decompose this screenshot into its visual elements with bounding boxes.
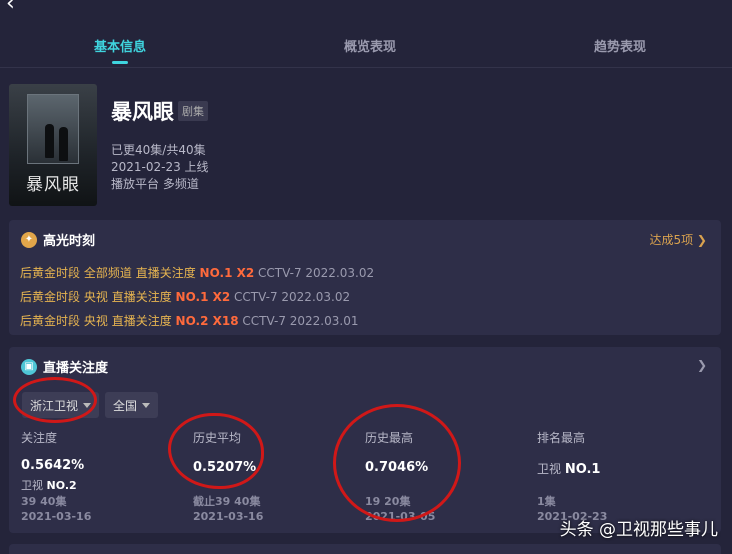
episode-count: 已更40集/共40集 — [111, 143, 206, 157]
stat-footer-date: 2021-03-16 — [21, 510, 92, 523]
highlights-title: ✦ 高光时刻 — [21, 230, 95, 249]
region-dropdown[interactable]: 全国 — [105, 392, 159, 418]
stat-footer-episode: 19 20集 — [365, 495, 411, 508]
channel-dropdown[interactable]: 浙江卫视 — [22, 392, 100, 418]
stat-value: 0.7046% — [365, 460, 429, 475]
stat-footer-episode: 39 40集 — [21, 495, 67, 508]
stat-sub-value: NO.1 — [564, 462, 601, 477]
caret-down-icon — [142, 402, 151, 408]
highlight-rank: NO.2 X18 — [175, 314, 239, 328]
show-type-badge: 剧集 — [178, 101, 208, 121]
highlight-channel: CCTV-7 2022.03.01 — [242, 314, 359, 328]
show-title: 暴风眼 — [111, 100, 174, 124]
highlight-rank: NO.1 X2 — [175, 290, 231, 304]
highlight-scope: 全部频道 — [83, 266, 132, 280]
stat-footer-date: 2021-03-16 — [193, 510, 264, 523]
top-nav: ‹ 基本信息 概览表现 趋势表现 — [0, 0, 732, 68]
watermark: 头条 @卫视那些事儿 — [559, 520, 718, 540]
tv-icon: ▣ — [21, 358, 37, 375]
platform-info: 播放平台 多频道 — [111, 177, 199, 191]
poster-figure — [59, 127, 68, 161]
stat-sub-prefix: 卫视 — [537, 462, 562, 476]
tab-overview[interactable]: 概览表现 — [344, 36, 396, 55]
highlights-card: ✦ 高光时刻 达成5项 ❯ 后黄金时段 全部频道 直播关注度 NO.1 X2 C… — [9, 220, 721, 335]
highlight-row: 后黄金时段 央视 直播关注度 NO.2 X18 CCTV-7 2022.03.0… — [20, 312, 358, 329]
stat-sub-prefix: 卫视 — [21, 479, 43, 492]
chevron-left-icon[interactable]: ‹ — [6, 0, 26, 15]
lightbulb-icon: ✦ — [21, 231, 37, 248]
stat-attention: 关注度 0.5642% 卫视 NO.2 — [21, 429, 84, 493]
stat-history-average: 历史平均 0.5207% — [193, 429, 256, 475]
highlight-scope: 央视 — [83, 290, 108, 304]
stat-label: 历史最高 — [365, 431, 414, 445]
highlights-more-link[interactable]: 达成5项 ❯ — [649, 231, 707, 248]
stat-footer: 39 40集 2021-03-16 — [21, 494, 91, 524]
tab-trend[interactable]: 趋势表现 — [594, 36, 646, 55]
stat-sub-value: NO.2 — [46, 479, 77, 492]
stat-footer: 截止39 40集 2021-03-16 — [193, 494, 263, 524]
highlight-metric: 直播关注度 — [111, 314, 172, 328]
active-tab-indicator — [112, 61, 128, 64]
highlight-metric: 直播关注度 — [135, 266, 196, 280]
stat-best-rank: 排名最高 卫视 NO.1 — [537, 429, 600, 477]
attention-more-link[interactable]: ❯ — [697, 358, 707, 372]
stat-value: 0.5207% — [193, 460, 257, 475]
highlight-row: 后黄金时段 全部频道 直播关注度 NO.1 X2 CCTV-7 2022.03.… — [20, 264, 374, 281]
highlight-metric: 直播关注度 — [111, 290, 172, 304]
highlight-slot: 后黄金时段 — [20, 314, 81, 328]
highlight-channel: CCTV-7 2022.03.02 — [258, 266, 375, 280]
tab-basic-info[interactable]: 基本信息 — [94, 36, 146, 55]
highlights-title-text: 高光时刻 — [43, 234, 96, 249]
stat-label: 历史平均 — [193, 431, 242, 445]
poster-image: 暴风眼 — [9, 84, 97, 206]
stat-label: 排名最高 — [537, 431, 586, 445]
poster-figure — [45, 124, 54, 158]
highlight-scope: 央视 — [83, 314, 108, 328]
stat-footer-date: 2021-03-05 — [365, 510, 436, 523]
highlight-slot: 后黄金时段 — [20, 266, 81, 280]
next-card-edge — [9, 544, 721, 554]
attention-title-text: 直播关注度 — [43, 361, 109, 376]
region-dropdown-value: 全国 — [113, 398, 138, 413]
stat-footer-episode: 1集 — [537, 495, 556, 508]
highlight-rank: NO.1 X2 — [199, 266, 255, 280]
caret-down-icon — [83, 402, 92, 408]
stat-sub: 卫视 NO.2 — [21, 477, 84, 493]
stat-value: 0.5642% — [21, 458, 85, 473]
channel-dropdown-value: 浙江卫视 — [30, 398, 79, 413]
stat-sub: 卫视 NO.1 — [537, 460, 600, 477]
stat-label: 关注度 — [21, 431, 58, 445]
highlight-channel: CCTV-7 2022.03.02 — [234, 290, 351, 304]
stat-history-max: 历史最高 0.7046% — [365, 429, 428, 475]
poster-title: 暴风眼 — [26, 175, 80, 195]
highlight-slot: 后黄金时段 — [20, 290, 81, 304]
attention-title: ▣ 直播关注度 — [21, 357, 108, 376]
premiere-date: 2021-02-23 上线 — [111, 160, 209, 174]
highlight-row: 后黄金时段 央视 直播关注度 NO.1 X2 CCTV-7 2022.03.02 — [20, 288, 350, 305]
stat-footer: 19 20集 2021-03-05 — [365, 494, 435, 524]
stat-footer-episode: 截止39 40集 — [193, 495, 261, 508]
